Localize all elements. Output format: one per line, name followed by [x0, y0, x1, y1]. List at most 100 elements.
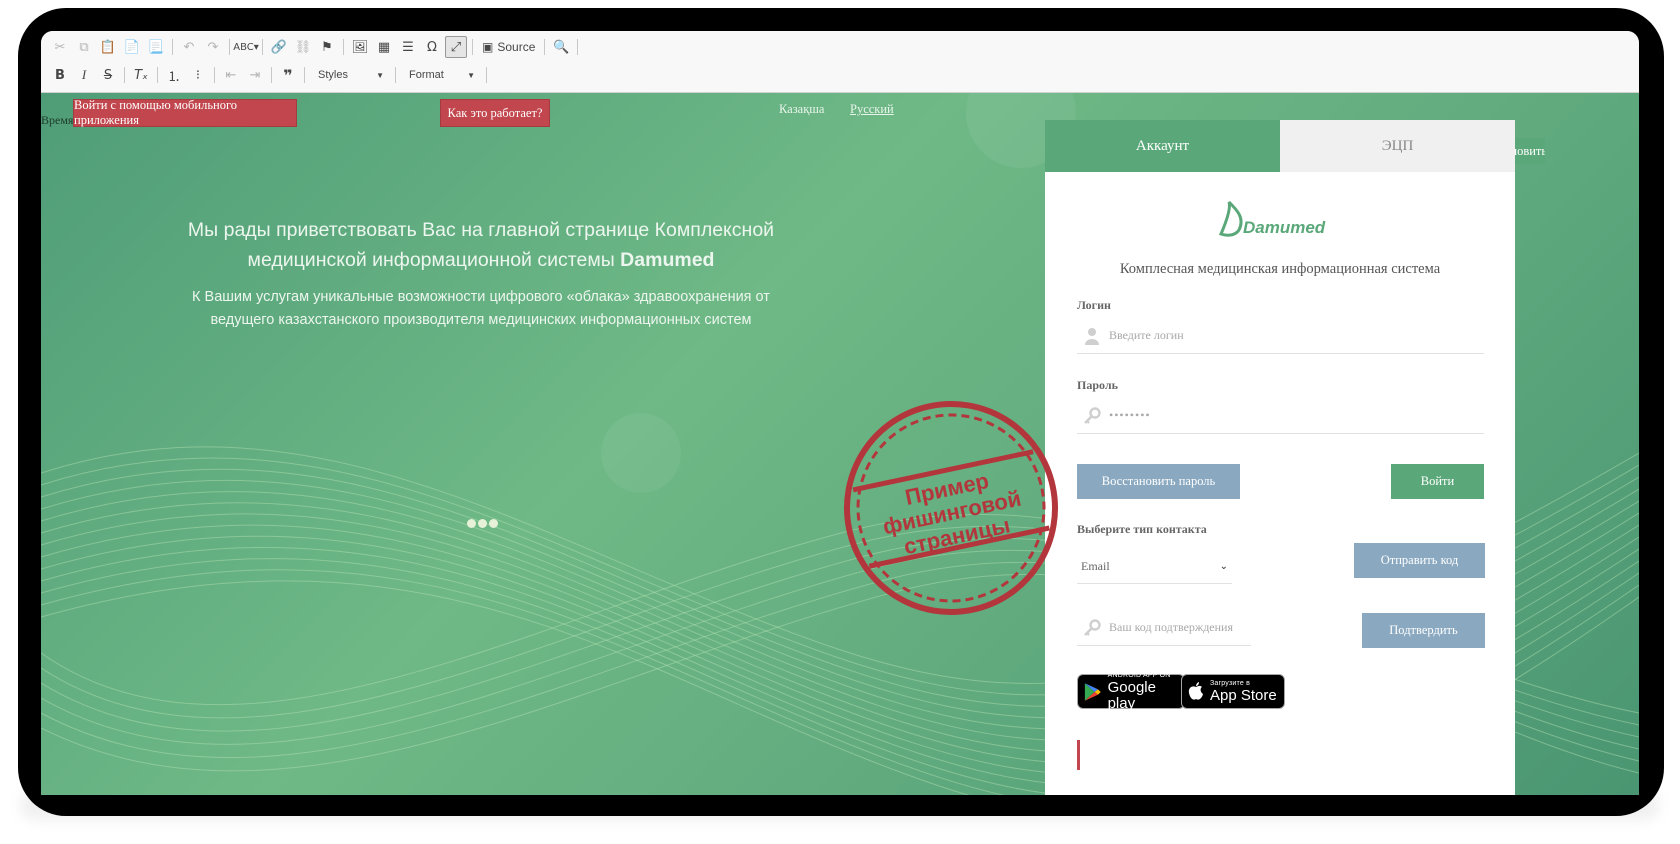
- app-store-big-text: App Store: [1210, 686, 1277, 704]
- tab-account[interactable]: Аккаунт: [1045, 120, 1280, 172]
- password-label: Пароль: [1077, 378, 1118, 392]
- bulleted-list-icon[interactable]: ⁝: [187, 64, 209, 86]
- source-button[interactable]: ▣ Source: [478, 36, 539, 58]
- redo-icon[interactable]: ↷: [202, 36, 224, 58]
- key-icon: [1077, 618, 1107, 637]
- styles-label: Styles: [318, 69, 348, 81]
- loading-dot: [478, 519, 487, 528]
- google-play-big-text: Google play: [1107, 678, 1156, 712]
- toolbar-separator: [271, 67, 272, 83]
- blockquote-icon[interactable]: ❞: [277, 64, 299, 86]
- login-input-placeholder: Введите логин: [1109, 328, 1184, 342]
- toolbar-separator: [214, 67, 215, 83]
- remove-format-icon[interactable]: Tₓ: [130, 64, 152, 86]
- system-name: Комплесная медицинская информационная си…: [1119, 261, 1441, 277]
- code-field[interactable]: Ваш код подтверждения: [1077, 610, 1251, 646]
- source-label: Source: [497, 40, 536, 54]
- editor-toolbar: ✂ ⧉ 📋 📄 📃 ↶ ↷ ABC▾ 🔗 ⛓ ⚑ 🖼 ▦ ☰ Ω ⤢ ▣ Sou…: [41, 31, 1639, 93]
- outdent-icon[interactable]: ⇤: [220, 64, 242, 86]
- send-code-button[interactable]: Отправить код: [1354, 543, 1485, 578]
- maximize-icon[interactable]: ⤢: [445, 36, 467, 58]
- phishing-stamp: Пример фишинговой страницы: [844, 401, 1058, 615]
- toolbar-separator: [472, 39, 473, 55]
- toolbar-separator: [157, 67, 158, 83]
- hero-subtitle: К Вашим услугам уникальные возможности ц…: [192, 289, 770, 328]
- lang-russian-link[interactable]: Русский: [850, 102, 894, 117]
- undo-icon[interactable]: ↶: [178, 36, 200, 58]
- special-char-icon[interactable]: Ω: [421, 36, 443, 58]
- login-tabs: Аккаунт ЭЦП: [1045, 120, 1515, 172]
- hero-title: Мы рады приветствовать Вас на главной ст…: [171, 215, 791, 275]
- chevron-down-icon: ▼: [376, 70, 384, 80]
- loading-dot: [489, 519, 498, 528]
- warning-bar: [1077, 740, 1080, 770]
- preview-icon[interactable]: 🔍: [550, 36, 572, 58]
- google-play-badge[interactable]: ANDROID APP ON Google play: [1077, 672, 1185, 712]
- login-panel: Аккаунт ЭЦП Damumed Комплесная медицинск…: [1045, 120, 1515, 795]
- image-icon[interactable]: 🖼: [349, 36, 371, 58]
- source-icon: ▣: [482, 40, 494, 54]
- styles-dropdown[interactable]: Styles ▼: [310, 64, 390, 86]
- indent-icon[interactable]: ⇥: [244, 64, 266, 86]
- restore-password-button[interactable]: Восстановить пароль: [1077, 464, 1240, 499]
- mobile-login-button[interactable]: Войти с помощью мобильного приложения: [73, 98, 297, 127]
- tab-eds[interactable]: ЭЦП: [1280, 120, 1515, 172]
- key-icon: [1077, 406, 1107, 425]
- google-play-icon: [1084, 682, 1101, 701]
- table-icon[interactable]: ▦: [373, 36, 395, 58]
- app-store-badge[interactable]: Загрузите в App Store: [1181, 674, 1285, 709]
- toolbar-row-1: ✂ ⧉ 📋 📄 📃 ↶ ↷ ABC▾ 🔗 ⛓ ⚑ 🖼 ▦ ☰ Ω ⤢ ▣ Sou…: [49, 35, 581, 59]
- phishing-page: Время Войти с помощью мобильного приложе…: [41, 93, 1639, 795]
- paste-icon[interactable]: 📋: [97, 36, 119, 58]
- chevron-down-icon: ⌄: [1219, 561, 1228, 572]
- paste-word-icon[interactable]: 📃: [145, 36, 167, 58]
- toolbar-separator: [262, 39, 263, 55]
- spellcheck-icon[interactable]: ABC▾: [233, 36, 259, 58]
- numbered-list-icon[interactable]: ⒈: [163, 64, 185, 86]
- password-field[interactable]: ••••••••: [1077, 398, 1484, 434]
- italic-icon[interactable]: I: [73, 64, 95, 86]
- toolbar-separator: [544, 39, 546, 55]
- password-value: ••••••••: [1109, 408, 1151, 422]
- contact-type-value: Email: [1081, 559, 1110, 573]
- loading-indicator: [467, 519, 498, 528]
- toolbar-separator: [395, 67, 396, 83]
- toolbar-separator: [486, 67, 487, 83]
- how-it-works-button[interactable]: Как это работает?: [440, 99, 550, 127]
- damumed-logo: Damumed: [1218, 200, 1326, 237]
- link-icon[interactable]: 🔗: [268, 36, 290, 58]
- screen: ✂ ⧉ 📋 📄 📃 ↶ ↷ ABC▾ 🔗 ⛓ ⚑ 🖼 ▦ ☰ Ω ⤢ ▣ Sou…: [41, 31, 1639, 795]
- user-icon: [1077, 327, 1107, 345]
- login-label: Логин: [1077, 298, 1111, 312]
- loading-dot: [467, 519, 476, 528]
- lang-kazakh-link[interactable]: Казақша: [779, 102, 824, 117]
- chevron-down-icon: ▼: [467, 70, 475, 80]
- toolbar-separator: [304, 67, 305, 83]
- code-input-placeholder: Ваш код подтверждения: [1109, 620, 1233, 634]
- toolbar-row-2: B I S Tₓ ⒈ ⁝ ⇤ ⇥ ❞ Styles ▼ Format ▼: [49, 63, 490, 87]
- horizontal-line-icon[interactable]: ☰: [397, 36, 419, 58]
- strikethrough-icon[interactable]: S: [97, 64, 119, 86]
- contact-type-label: Выберите тип контакта: [1077, 522, 1207, 536]
- hero-title-brand: Damumed: [620, 249, 715, 271]
- unlink-icon[interactable]: ⛓: [292, 36, 314, 58]
- login-field[interactable]: Введите логин: [1077, 318, 1484, 354]
- toolbar-separator: [229, 39, 230, 55]
- cut-icon[interactable]: ✂: [49, 36, 71, 58]
- format-label: Format: [409, 69, 444, 81]
- toolbar-separator: [343, 39, 344, 55]
- toolbar-separator: [124, 67, 125, 83]
- toolbar-separator: [172, 39, 173, 55]
- time-label: Время: [41, 113, 74, 127]
- paste-text-icon[interactable]: 📄: [121, 36, 143, 58]
- enter-button[interactable]: Войти: [1391, 464, 1484, 499]
- format-dropdown[interactable]: Format ▼: [401, 64, 481, 86]
- confirm-button[interactable]: Подтвердить: [1362, 613, 1485, 648]
- apple-icon: [1188, 681, 1203, 700]
- logo-text: Damumed: [1243, 218, 1326, 237]
- toolbar-separator: [577, 39, 579, 55]
- copy-icon[interactable]: ⧉: [73, 36, 95, 58]
- contact-type-select[interactable]: Email ⌄: [1077, 550, 1232, 584]
- bold-icon[interactable]: B: [49, 64, 71, 86]
- anchor-flag-icon[interactable]: ⚑: [316, 36, 338, 58]
